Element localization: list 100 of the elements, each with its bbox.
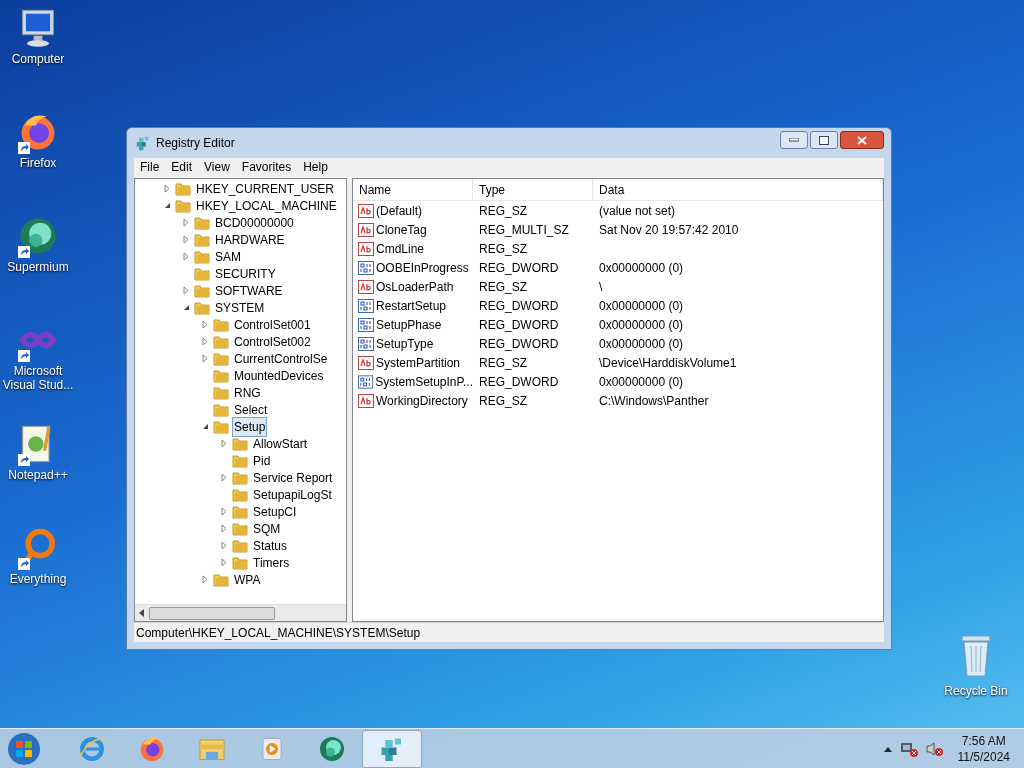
value-type: REG_MULTI_SZ	[478, 221, 570, 239]
shortcut-arrow-icon	[18, 558, 30, 570]
folder-icon	[194, 249, 210, 264]
value-type: REG_DWORD	[478, 259, 560, 277]
value-data: (value not set)	[598, 202, 677, 220]
menu-item[interactable]: Favorites	[235, 158, 298, 176]
value-name[interactable]: SystemPartition	[376, 353, 461, 372]
value-type: REG_SZ	[478, 392, 528, 410]
taskbar-button[interactable]	[362, 729, 422, 768]
string-value-icon	[358, 393, 374, 408]
string-value-icon	[358, 355, 374, 370]
shortcut-arrow-icon	[18, 246, 30, 258]
value-type: REG_DWORD	[478, 297, 560, 315]
expand-triangle-icon[interactable]	[220, 439, 229, 448]
desktop-icon-label[interactable]: Everything	[9, 572, 67, 586]
value-data: 0x00000000 (0)	[598, 373, 685, 391]
maximize-icon	[819, 135, 829, 145]
folder-icon	[194, 300, 210, 315]
folder-icon	[232, 436, 248, 451]
scrollbar-thumb[interactable]	[149, 606, 275, 620]
binary-value-icon	[358, 336, 374, 351]
window-title: Registry Editor	[156, 135, 235, 152]
menu-item[interactable]: File	[134, 158, 166, 176]
shortcut-arrow-icon	[18, 350, 30, 362]
value-name[interactable]: SystemSetupInP...	[375, 372, 473, 391]
value-name[interactable]: WorkingDirectory	[376, 391, 468, 410]
show-hidden-icons-arrow[interactable]	[883, 745, 892, 752]
binary-value-icon	[358, 317, 374, 332]
desktop-icon-label[interactable]: Computer	[11, 52, 65, 66]
column-header[interactable]: Type	[473, 179, 593, 200]
value-name[interactable]: SetupPhase	[376, 315, 442, 334]
value-name[interactable]: OsLoaderPath	[376, 277, 454, 296]
folder-icon	[213, 351, 229, 366]
folder-icon	[194, 283, 210, 298]
desktop-icon-label[interactable]: Firefox	[19, 156, 57, 170]
clock-time[interactable]: 7:56 AM	[961, 732, 1006, 749]
folder-icon	[213, 419, 229, 434]
value-data: \Device\HarddiskVolume1	[598, 354, 738, 372]
menu-item[interactable]: Edit	[165, 158, 199, 176]
value-name[interactable]: (Default)	[376, 201, 422, 220]
folder-icon	[194, 232, 210, 247]
desktop-icon-label[interactable]: Notepad++	[8, 468, 68, 482]
minimize-icon	[789, 138, 799, 142]
expand-triangle-icon[interactable]	[182, 286, 191, 295]
value-data: 0x00000000 (0)	[598, 335, 685, 353]
value-type: REG_DWORD	[478, 373, 560, 391]
folder-icon	[213, 402, 229, 417]
value-type: REG_DWORD	[478, 335, 560, 353]
expand-triangle-icon[interactable]	[201, 575, 210, 584]
shortcut-arrow-icon	[18, 454, 30, 466]
value-data: 0x00000000 (0)	[598, 259, 685, 277]
close-button[interactable]	[840, 131, 884, 149]
collapse-triangle-icon[interactable]	[182, 303, 191, 312]
windows-orb-icon	[7, 731, 41, 766]
value-data: Sat Nov 20 19:57:42 2010	[598, 221, 740, 239]
close-icon	[857, 135, 867, 145]
horizontal-scrollbar[interactable]	[135, 604, 346, 621]
volume-muted-icon[interactable]	[925, 740, 944, 757]
string-value-icon	[358, 203, 374, 218]
value-type: REG_SZ	[478, 278, 528, 296]
string-value-icon	[358, 241, 374, 256]
value-type: REG_DWORD	[478, 316, 560, 334]
binary-value-icon	[358, 374, 374, 389]
collapse-triangle-icon[interactable]	[201, 422, 210, 431]
binary-value-icon	[358, 298, 374, 313]
value-data: 0x00000000 (0)	[598, 316, 685, 334]
value-name[interactable]: OOBEInProgress	[376, 258, 469, 277]
folder-icon	[194, 215, 210, 230]
folder-icon	[232, 538, 248, 553]
folder-icon	[232, 521, 248, 536]
value-type: REG_SZ	[478, 240, 528, 258]
folder-icon	[213, 385, 229, 400]
value-name[interactable]: CmdLine	[376, 239, 425, 258]
folder-icon	[232, 555, 248, 570]
scroll-left-arrow-icon[interactable]	[139, 609, 145, 617]
column-header[interactable]: Name	[353, 179, 473, 200]
menu-item[interactable]: View	[198, 158, 236, 176]
tree-item[interactable]: Setup	[232, 416, 268, 437]
menu-item[interactable]: Help	[297, 158, 334, 176]
value-data: C:\Windows\Panther	[598, 392, 710, 410]
value-data: \	[598, 278, 604, 296]
value-name[interactable]: CloneTag	[376, 220, 427, 239]
shortcut-arrow-icon	[18, 142, 30, 154]
value-name[interactable]: SetupType	[376, 334, 434, 353]
desktop-icon-label[interactable]: Microsoft Visual Stud...	[0, 364, 76, 392]
column-header[interactable]: Data	[593, 179, 883, 200]
status-path: Computer\HKEY_LOCAL_MACHINE\SYSTEM\Setup	[136, 624, 421, 642]
network-disconnected-icon[interactable]	[899, 740, 918, 757]
desktop-icon-label[interactable]: Supermium	[7, 260, 69, 274]
folder-icon	[175, 181, 191, 196]
folder-icon	[213, 317, 229, 332]
folder-icon	[175, 198, 191, 213]
maximize-button[interactable]	[810, 131, 838, 149]
collapse-triangle-icon[interactable]	[163, 201, 172, 210]
expand-triangle-icon[interactable]	[220, 473, 229, 482]
string-value-icon	[358, 222, 374, 237]
folder-icon	[213, 368, 229, 383]
expand-triangle-icon[interactable]	[163, 184, 172, 193]
clock-date[interactable]: 11/5/2024	[957, 748, 1010, 765]
value-name[interactable]: RestartSetup	[376, 296, 447, 315]
